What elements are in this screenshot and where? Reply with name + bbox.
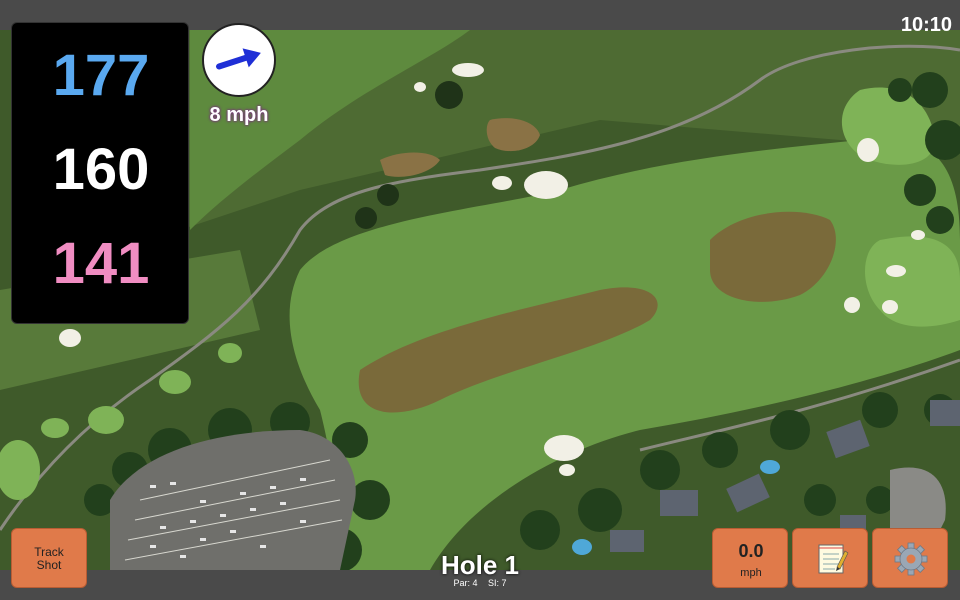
distance-front: 141 bbox=[52, 231, 150, 296]
wind-indicator bbox=[202, 23, 276, 97]
gear-icon bbox=[894, 542, 928, 576]
hole-subinfo: Par: 4 SI: 7 bbox=[380, 578, 580, 588]
settings-button[interactable] bbox=[872, 528, 948, 588]
wind-speed-value: 0.0 bbox=[738, 541, 764, 561]
hole-stroke-index: SI: 7 bbox=[488, 578, 507, 588]
wind-arrow-icon bbox=[216, 48, 261, 70]
distance-back: 177 bbox=[52, 43, 150, 108]
track-shot-button[interactable]: Track Shot bbox=[11, 528, 87, 588]
hole-title: Hole 1 bbox=[440, 550, 520, 580]
notepad-icon bbox=[818, 544, 849, 574]
distance-middle: 160 bbox=[52, 137, 150, 202]
notes-button[interactable] bbox=[792, 528, 868, 588]
hole-par: Par: 4 bbox=[453, 578, 478, 588]
wind-speed-unit: mph bbox=[740, 567, 762, 579]
track-shot-label-line2: Shot bbox=[36, 558, 62, 572]
status-clock: 10:10 bbox=[900, 14, 952, 36]
wind-speed-button[interactable]: 0.0 mph bbox=[712, 528, 788, 588]
app-screen: 10:10 177 160 141 8 mph Track Shot Hole … bbox=[0, 0, 960, 600]
wind-speed-label: 8 mph bbox=[209, 104, 269, 126]
distance-panel: 177 160 141 bbox=[11, 22, 189, 324]
